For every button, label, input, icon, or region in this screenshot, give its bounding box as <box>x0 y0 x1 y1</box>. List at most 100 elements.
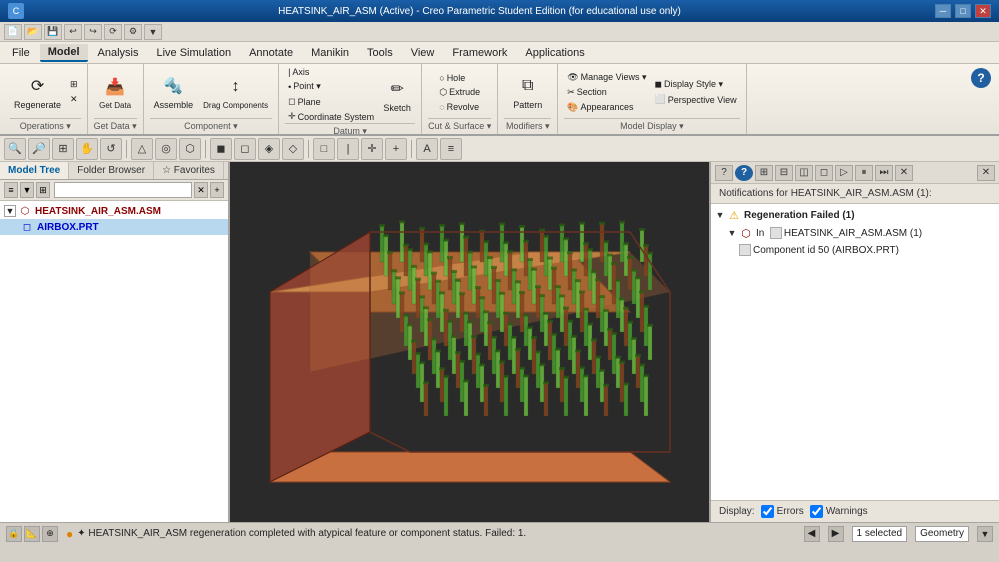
menu-view[interactable]: View <box>403 45 443 61</box>
redo-button[interactable]: ↪ <box>84 24 102 40</box>
hole-button[interactable]: ○ Hole <box>436 72 483 84</box>
tree-filter-button[interactable]: ▼ <box>20 182 34 198</box>
no-hidden-button[interactable]: ◇ <box>282 138 304 160</box>
tree-search-input[interactable] <box>54 182 192 198</box>
tab-model-tree[interactable]: Model Tree <box>0 162 69 179</box>
notif-btn3[interactable]: ⊟ <box>775 165 793 181</box>
sketch-button[interactable]: ✏ Sketch <box>379 75 415 115</box>
drag-components-button[interactable]: ↕ Drag Components <box>199 73 272 112</box>
menu-file[interactable]: File <box>4 45 38 61</box>
pan-button[interactable]: ✋ <box>76 138 98 160</box>
spin-button[interactable]: ◎ <box>155 138 177 160</box>
menu-manikin[interactable]: Manikin <box>303 45 357 61</box>
notif-item-in-asm[interactable]: ▼ ⬡ In HEATSINK_AIR_ASM.ASM (1) <box>711 224 999 242</box>
tab-favorites[interactable]: ☆ Favorites <box>154 162 224 179</box>
get-data-button[interactable]: 📥 Get Data <box>95 73 135 112</box>
tree-search-button[interactable]: ✕ <box>194 182 208 198</box>
datum-axes-button[interactable]: | <box>337 138 359 160</box>
tree-expand-all-button[interactable]: ⊞ <box>36 182 50 198</box>
notif-btn7[interactable]: ⏸ <box>855 165 873 181</box>
notif-btn8[interactable]: ⏭ <box>875 165 893 181</box>
perspective-button[interactable]: ⬜ Perspective View <box>652 93 740 106</box>
spin-center-button[interactable]: + <box>385 138 407 160</box>
annotations-button[interactable]: A <box>416 138 438 160</box>
display-style-button[interactable]: ◼ Display Style ▾ <box>652 78 740 91</box>
notif-item-regen-failed[interactable]: ▼ ⚠ Regeneration Failed (1) <box>711 206 999 224</box>
notif-btn9[interactable]: ✕ <box>895 165 913 181</box>
axis-button[interactable]: | Axis <box>285 66 377 78</box>
notif-btn6[interactable]: ▷ <box>835 165 853 181</box>
help-button[interactable]: ? <box>971 68 991 88</box>
section-button[interactable]: ✂ Section <box>564 86 649 99</box>
menu-model[interactable]: Model <box>40 44 88 62</box>
fit-button[interactable]: ⊞ <box>52 138 74 160</box>
notif-info-button[interactable]: ? <box>735 165 753 181</box>
notif-expand-1[interactable]: ▼ <box>715 210 725 220</box>
shade-button[interactable]: ◼ <box>210 138 232 160</box>
regenerate-quick-button[interactable]: ⟳ <box>104 24 122 40</box>
hidden-lines-button[interactable]: ◈ <box>258 138 280 160</box>
tree-item-root[interactable]: ▼ ⬡ HEATSINK_AIR_ASM.ASM <box>0 203 228 219</box>
regenerate-button[interactable]: ⟳ Regenerate <box>10 72 65 112</box>
tree-expand-root[interactable]: ▼ <box>4 205 16 217</box>
revolve-button[interactable]: ◌ Revolve <box>436 101 483 113</box>
menu-applications[interactable]: Applications <box>517 45 592 61</box>
pattern-button[interactable]: ⧉ Pattern <box>509 72 546 112</box>
tree-settings-button[interactable]: ≡ <box>4 182 18 198</box>
minimize-button[interactable]: ─ <box>935 4 951 18</box>
orient-button[interactable]: △ <box>131 138 153 160</box>
menu-analysis[interactable]: Analysis <box>90 45 147 61</box>
ribbon-group-modifiers: ⧉ Pattern Modifiers ▾ <box>498 64 558 134</box>
rotate-button[interactable]: ↺ <box>100 138 122 160</box>
tree-item-airbox[interactable]: ◻ AIRBOX.PRT <box>0 219 228 235</box>
notif-item-component[interactable]: Component id 50 (AIRBOX.PRT) <box>711 242 999 258</box>
coord-sys-button[interactable]: ✛ <box>361 138 383 160</box>
notif-expand-2[interactable]: ▼ <box>727 228 737 238</box>
new-button[interactable]: 📄 <box>4 24 22 40</box>
more-button[interactable]: ▼ <box>144 24 162 40</box>
plane-button[interactable]: ◻ Plane <box>285 95 377 108</box>
save-button[interactable]: 💾 <box>44 24 62 40</box>
close-button[interactable]: ✕ <box>975 4 991 18</box>
nav-prev-button[interactable]: ◀ <box>804 526 820 542</box>
appearances-button[interactable]: 🎨 Appearances <box>564 101 649 114</box>
notif-warnings-checkbox[interactable]: Warnings <box>810 505 868 518</box>
notif-btn4[interactable]: ◫ <box>795 165 813 181</box>
menu-live-simulation[interactable]: Live Simulation <box>148 45 239 61</box>
coord-system-button[interactable]: ✛ Coordinate System <box>285 110 377 123</box>
open-button[interactable]: 📂 <box>24 24 42 40</box>
notif-close-button[interactable]: ✕ <box>977 165 995 181</box>
notif-btn2[interactable]: ⊞ <box>755 165 773 181</box>
layers-button[interactable]: ≡ <box>440 138 462 160</box>
menu-framework[interactable]: Framework <box>444 45 515 61</box>
zoom-in-button[interactable]: 🔍 <box>4 138 26 160</box>
datum-planes-button[interactable]: □ <box>313 138 335 160</box>
wireframe-button[interactable]: ◻ <box>234 138 256 160</box>
view3d-button[interactable]: ⬡ <box>179 138 201 160</box>
tab-folder-browser[interactable]: Folder Browser <box>69 162 154 179</box>
extrude-button[interactable]: ⬡ Extrude <box>436 86 483 99</box>
maximize-button[interactable]: □ <box>955 4 971 18</box>
zoom-out-button[interactable]: 🔎 <box>28 138 50 160</box>
notif-help-button[interactable]: ? <box>715 165 733 181</box>
operations-btn2[interactable]: ✕ <box>67 93 81 106</box>
undo-button[interactable]: ↩ <box>64 24 82 40</box>
errors-checkbox-input[interactable] <box>761 505 774 518</box>
manage-views-button[interactable]: 👁 Manage Views ▾ <box>564 71 649 84</box>
menu-tools[interactable]: Tools <box>359 45 401 61</box>
nav-next-button[interactable]: ▶ <box>828 526 844 542</box>
menu-annotate[interactable]: Annotate <box>241 45 301 61</box>
status-icon-1[interactable]: 🔒 <box>6 526 22 542</box>
geometry-dropdown[interactable]: ▼ <box>977 526 993 542</box>
viewport[interactable]: // Draw heatsink fins const svgNS = "htt… <box>230 162 709 522</box>
tree-add-button[interactable]: + <box>210 182 224 198</box>
status-icon-2[interactable]: 📐 <box>24 526 40 542</box>
notif-btn5[interactable]: ◻ <box>815 165 833 181</box>
warnings-checkbox-input[interactable] <box>810 505 823 518</box>
operations-btn1[interactable]: ⊞ <box>67 78 81 91</box>
point-button[interactable]: • Point ▾ <box>285 80 377 93</box>
status-icon-3[interactable]: ⊕ <box>42 526 58 542</box>
notif-errors-checkbox[interactable]: Errors <box>761 505 804 518</box>
settings-button[interactable]: ⚙ <box>124 24 142 40</box>
assemble-button[interactable]: 🔩 Assemble <box>150 72 198 112</box>
